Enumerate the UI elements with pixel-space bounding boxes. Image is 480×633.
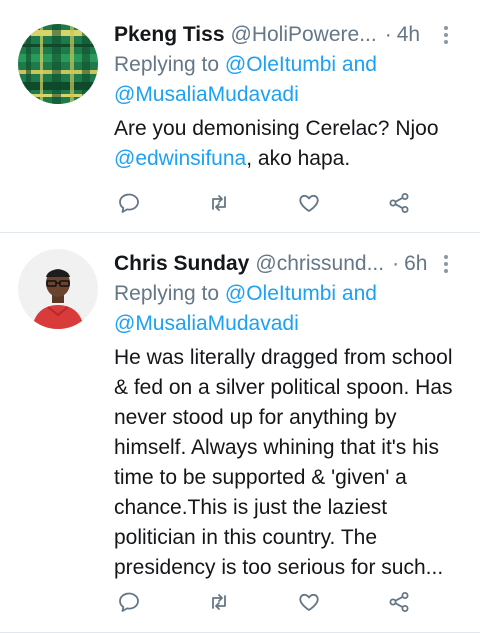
replying-prefix: Replying to [114,282,225,305]
display-name[interactable]: Pkeng Tiss [114,23,225,47]
more-vertical-icon[interactable] [436,26,470,44]
separator-dot: · [392,252,400,275]
tweet-text-part: Are you demonising Cerelac? Njoo [114,117,439,140]
retweet-button[interactable] [204,587,234,617]
user-handle[interactable]: @chrissund... [255,252,384,276]
user-handle[interactable]: @HoliPowere... [231,23,377,47]
like-button[interactable] [294,188,324,218]
retweet-button[interactable] [204,188,234,218]
like-button[interactable] [294,587,324,617]
timestamp: 4h [396,23,421,46]
avatar-person-image [18,249,98,329]
heart-icon [299,593,319,611]
mention-link[interactable]: @edwinsifuna [114,147,246,170]
replying-joiner[interactable]: and [336,282,377,305]
tweet[interactable]: Pkeng Tiss @HoliPowere... · 4h Replying … [0,0,480,233]
share-button[interactable] [384,587,414,617]
tweet-actions [114,587,414,617]
replying-to: Replying to @OleItumbi and @MusaliaMudav… [114,279,470,339]
replying-to: Replying to @OleItumbi and @MusaliaMudav… [114,50,470,110]
timestamp: 6h [404,252,428,275]
retweet-icon [212,594,226,610]
tweet-text: Are you demonising Cerelac? Njoo @edwins… [114,114,470,174]
retweet-icon [212,195,226,211]
reply-icon [119,592,139,612]
share-icon [389,193,409,213]
heart-icon [299,194,319,212]
reply-button[interactable] [114,188,144,218]
display-name[interactable]: Chris Sunday [114,252,249,276]
replying-joiner[interactable]: and [336,53,377,76]
mention-link[interactable]: @OleItumbi [225,282,336,305]
reply-icon [119,193,139,213]
mention-link[interactable]: @OleItumbi [225,53,336,76]
tweet[interactable]: Chris Sunday @chrissund... · 6h Replying… [0,233,480,633]
replying-prefix: Replying to [114,53,225,76]
tweet-body: Pkeng Tiss @HoliPowere... · 4h Replying … [114,20,470,174]
avatar[interactable] [18,249,98,329]
share-button[interactable] [384,188,414,218]
tweet-body: Chris Sunday @chrissund... · 6h Replying… [114,249,470,583]
tweet-actions [114,188,414,218]
tweet-header: Chris Sunday @chrissund... · 6h [114,249,470,279]
avatar[interactable] [18,24,98,104]
reply-button[interactable] [114,587,144,617]
tweet-text-part: , ako hapa. [246,147,351,170]
tweet-text: He was literally dragged from school & f… [114,346,453,579]
avatar-plaid-image [18,24,98,104]
separator-dot: · [384,23,392,46]
mention-link[interactable]: @MusaliaMudavadi [114,83,299,106]
tweet-header: Pkeng Tiss @HoliPowere... · 4h [114,20,470,50]
more-vertical-icon[interactable] [436,255,470,273]
share-icon [389,592,409,612]
mention-link[interactable]: @MusaliaMudavadi [114,312,299,335]
